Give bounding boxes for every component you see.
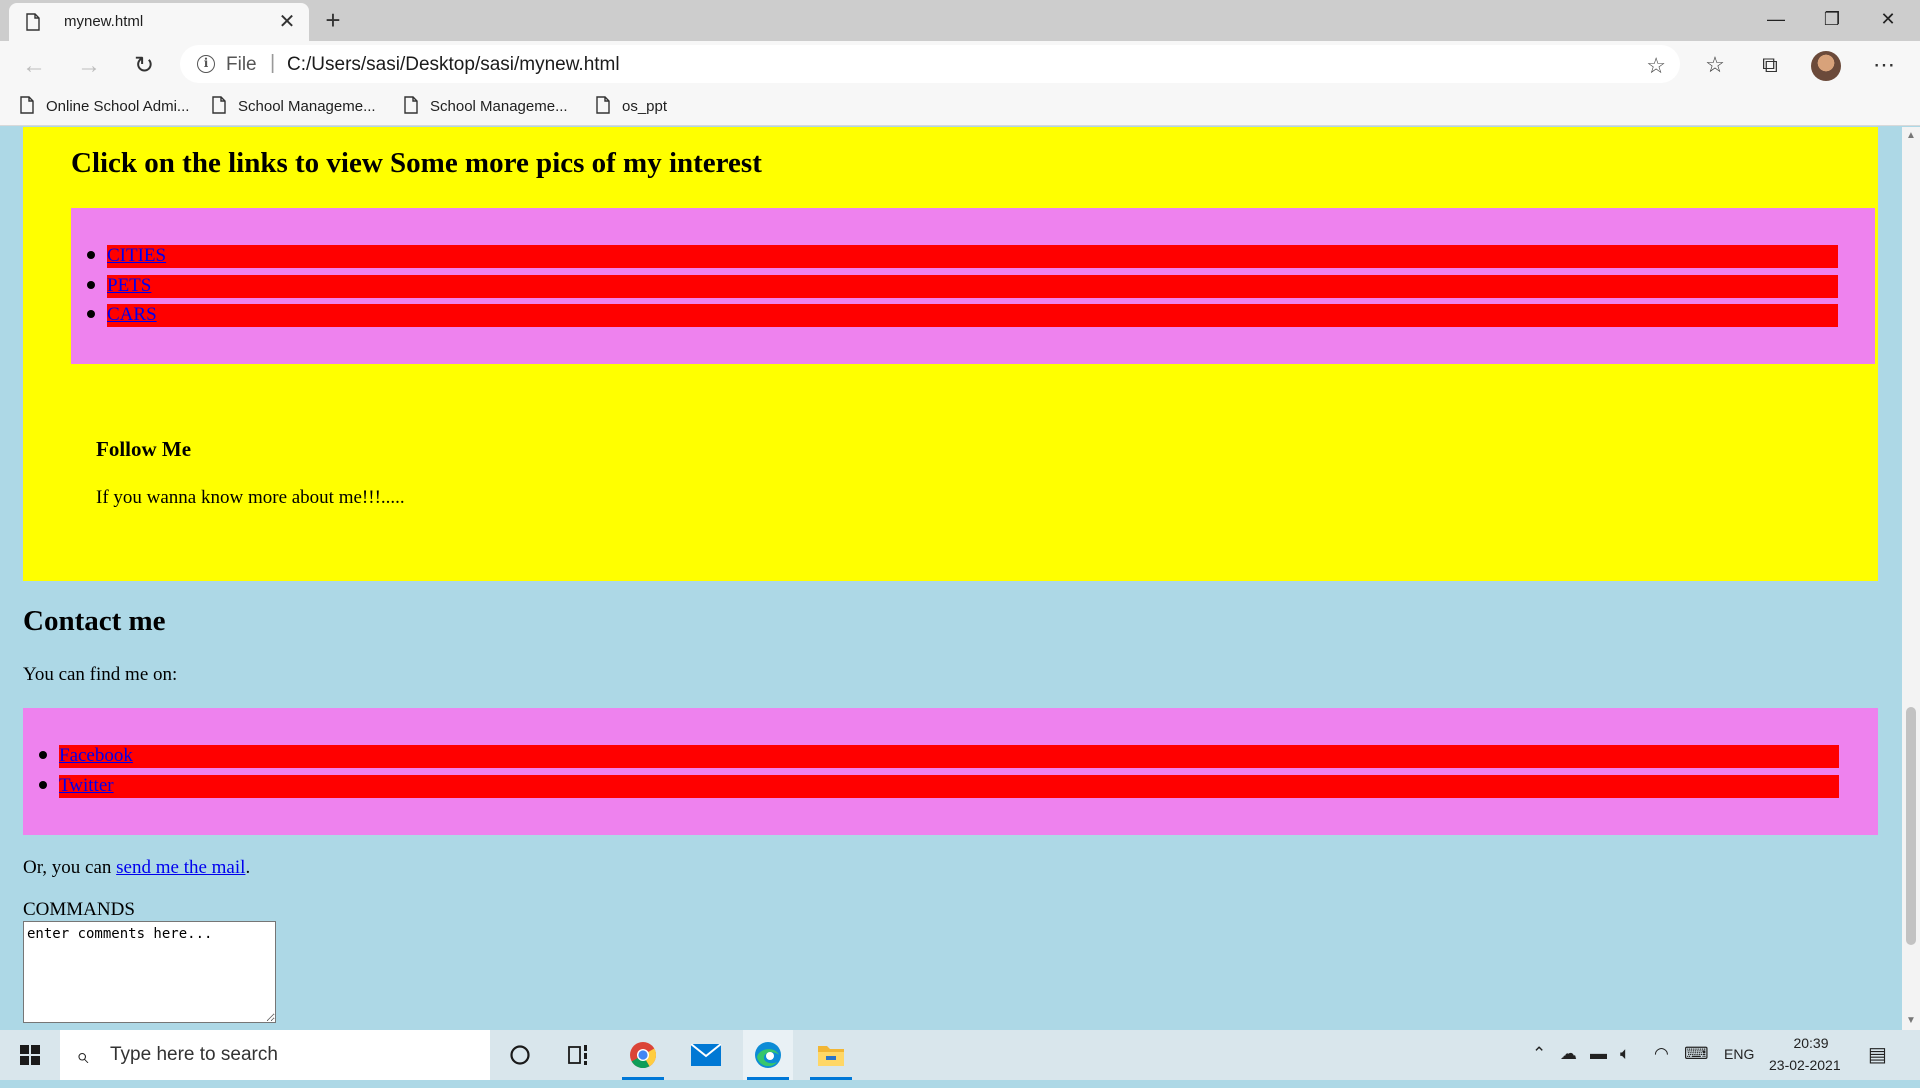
mail-link[interactable]: send me the mail (116, 857, 245, 878)
page-scrollbar[interactable]: ▲ ▼ (1902, 127, 1920, 1030)
favorites-icon[interactable]: ☆ (1697, 47, 1733, 83)
mail-prefix: Or, you can (23, 857, 117, 878)
page-icon (20, 96, 34, 118)
list-item: Twitter (39, 775, 1839, 798)
forward-button[interactable]: → (71, 48, 107, 84)
cortana-icon[interactable] (495, 1030, 545, 1080)
list-item: Facebook (39, 745, 1839, 768)
onedrive-icon[interactable]: ☁ (1560, 1044, 1577, 1064)
collections-icon[interactable]: ⧉ (1752, 47, 1788, 83)
clock-time[interactable]: 20:39 (1790, 1035, 1832, 1051)
close-window-button[interactable]: ✕ (1860, 0, 1916, 38)
task-view-icon[interactable] (555, 1030, 605, 1080)
comments-textarea[interactable]: enter comments here... (23, 921, 276, 1023)
windows-icon (20, 1045, 40, 1065)
link-cars[interactable]: CARS (107, 304, 157, 326)
search-placeholder: Type here to search (110, 1044, 278, 1065)
reload-button[interactable]: ↻ (126, 48, 162, 84)
info-icon[interactable]: i (197, 55, 215, 73)
back-button[interactable]: ← (16, 48, 52, 84)
start-button[interactable] (0, 1030, 60, 1080)
bullet (87, 251, 95, 259)
bookmark-label: School Manageme... (430, 98, 568, 115)
tab-title: mynew.html (64, 13, 144, 30)
tab-close-icon[interactable]: ✕ (275, 10, 299, 34)
notification-icon[interactable]: ▤ (1868, 1042, 1887, 1067)
interest-link-list: CITIES PETS CARS (71, 208, 1875, 364)
volume-icon[interactable]: 🔈︎ (1620, 1044, 1630, 1064)
interest-heading: Click on the links to view Some more pic… (71, 147, 762, 179)
mail-line: Or, you can send me the mail. (23, 857, 250, 879)
favorites-add-icon[interactable]: ☆ (1646, 53, 1666, 79)
bullet (87, 310, 95, 318)
bookmark-label: School Manageme... (238, 98, 376, 115)
restore-button[interactable]: ❐ (1804, 0, 1860, 38)
bookmarks-bar: Online School Admi... School Manageme...… (0, 87, 1920, 126)
bullet (39, 781, 47, 789)
address-bar[interactable]: i File | C:/Users/sasi/Desktop/sasi/myne… (180, 45, 1680, 83)
new-tab-button[interactable]: + (318, 6, 348, 36)
chrome-icon[interactable] (618, 1030, 668, 1080)
follow-heading: Follow Me (96, 437, 192, 461)
language-indicator[interactable]: ENG (1724, 1046, 1754, 1062)
follow-text: If you wanna know more about me!!!..... (96, 487, 405, 508)
document-icon (26, 13, 40, 36)
search-icon: ⌕ (76, 1043, 89, 1068)
page-icon (212, 96, 226, 118)
file-explorer-icon[interactable] (806, 1030, 856, 1080)
bullet (87, 281, 95, 289)
battery-icon[interactable]: ▬ (1590, 1044, 1607, 1064)
contact-heading: Contact me (23, 605, 166, 637)
bookmark-item[interactable]: os_ppt (596, 95, 686, 119)
link-pets[interactable]: PETS (107, 275, 151, 297)
scroll-thumb[interactable] (1906, 707, 1916, 945)
bookmark-item[interactable]: School Manageme... (212, 95, 382, 119)
minimize-button[interactable]: — (1748, 0, 1804, 38)
edge-icon[interactable] (743, 1030, 793, 1080)
scroll-up-icon[interactable]: ▲ (1902, 127, 1920, 145)
browser-toolbar: ← → ↻ i File | C:/Users/sasi/Desktop/sas… (0, 41, 1920, 87)
more-icon[interactable]: ⋯ (1866, 47, 1902, 83)
bookmark-item[interactable]: Online School Admi... (20, 95, 200, 119)
scroll-down-icon[interactable]: ▼ (1902, 1012, 1920, 1030)
link-cities[interactable]: CITIES (107, 245, 166, 267)
bookmark-item[interactable]: School Manageme... (404, 95, 574, 119)
mail-icon[interactable] (681, 1030, 731, 1080)
list-item: CITIES (87, 245, 1838, 268)
commands-label: COMMANDS (23, 899, 135, 920)
url-separator: | (270, 52, 276, 74)
list-item: CARS (87, 304, 1838, 327)
list-item: PETS (87, 275, 1838, 298)
url-scheme: File (226, 54, 257, 75)
clock-date[interactable]: 23-02-2021 (1769, 1057, 1841, 1073)
tab-mynew[interactable]: mynew.html ✕ (9, 3, 309, 41)
page-icon (596, 96, 610, 118)
link-twitter[interactable]: Twitter (59, 775, 114, 797)
social-link-list: Facebook Twitter (23, 708, 1878, 835)
url-text[interactable]: C:/Users/sasi/Desktop/sasi/mynew.html (287, 54, 620, 76)
tab-strip: mynew.html ✕ + — ❐ ✕ (0, 0, 1920, 41)
interest-section: Click on the links to view Some more pic… (23, 127, 1878, 581)
bookmark-label: Online School Admi... (46, 98, 190, 115)
show-hidden-icons-icon[interactable]: ⌃ (1532, 1044, 1546, 1064)
bullet (39, 751, 47, 759)
bookmark-label: os_ppt (622, 98, 668, 115)
mail-suffix: . (245, 857, 251, 878)
page-icon (404, 96, 418, 118)
taskbar: ⌕ Type here to search ⌃ ☁ ▬ 🔈︎ ◠ ⌨ ENG 2… (0, 1030, 1920, 1080)
wifi-icon[interactable]: ◠ (1654, 1044, 1669, 1064)
taskbar-search[interactable]: ⌕ Type here to search (60, 1030, 490, 1080)
page-viewport: Click on the links to view Some more pic… (0, 127, 1902, 1030)
link-facebook[interactable]: Facebook (59, 745, 133, 767)
profile-avatar[interactable] (1811, 51, 1841, 81)
contact-text: You can find me on: (23, 664, 178, 685)
keyboard-icon[interactable]: ⌨ (1684, 1044, 1709, 1064)
